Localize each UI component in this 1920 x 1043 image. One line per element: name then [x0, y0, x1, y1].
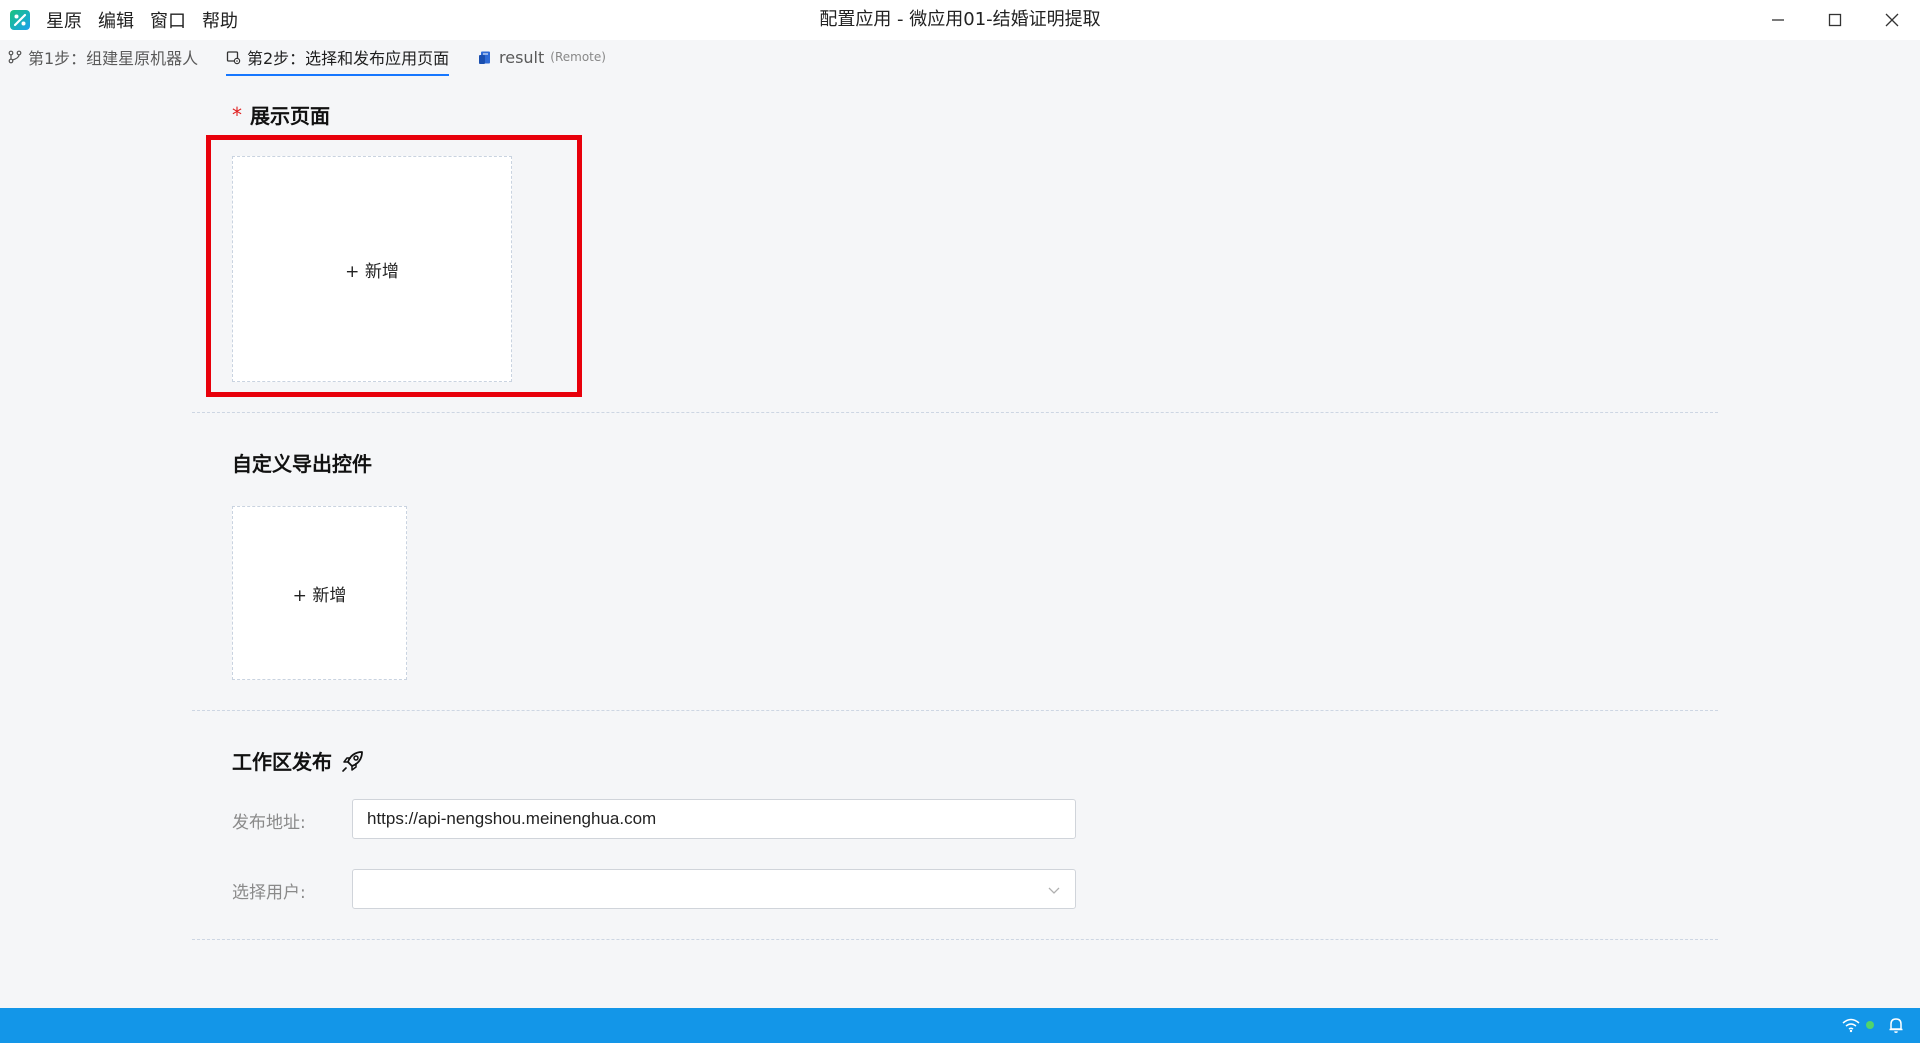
workspace-publish-title: 工作区发布: [232, 746, 366, 775]
add-custom-export-label: + 新增: [292, 585, 347, 606]
display-page-title: * 展示页面: [232, 100, 330, 129]
workspace-publish-title-text: 工作区发布: [232, 750, 332, 774]
add-display-page-label: + 新增: [345, 261, 399, 282]
tab-step2-label: 第2步：选择和发布应用页面: [247, 49, 450, 68]
tab-step1[interactable]: 第1步：组建星原机器人: [8, 40, 198, 74]
section-divider: [192, 412, 1718, 413]
window-title: 配置应用 - 微应用01-结婚证明提取: [819, 9, 1101, 30]
publish-address-label: 发布地址:: [232, 813, 306, 833]
select-user-dropdown[interactable]: [352, 869, 1076, 909]
minimize-button[interactable]: [1749, 0, 1806, 40]
maximize-icon: [1828, 13, 1841, 27]
tab-result-remote[interactable]: result (Remote): [478, 40, 606, 74]
required-mark: *: [232, 102, 242, 127]
publish-address-input[interactable]: https://api-nengshou.meinenghua.com: [352, 799, 1076, 839]
add-custom-export-button[interactable]: + 新增: [232, 506, 407, 680]
online-dot-icon: [1866, 1021, 1874, 1029]
wifi-icon[interactable]: [1842, 1017, 1860, 1033]
menu-item-window[interactable]: 窗口: [150, 7, 186, 33]
select-user-label: 选择用户:: [232, 883, 306, 903]
branch-icon: [8, 50, 22, 64]
app-logo-icon: [10, 10, 30, 30]
tab-step1-label: 第1步：组建星原机器人: [28, 49, 199, 68]
close-button[interactable]: [1863, 0, 1920, 40]
section-divider: [192, 710, 1718, 711]
menu-bar: 星原 编辑 窗口 帮助: [46, 0, 254, 40]
tab-step2[interactable]: 第2步：选择和发布应用页面: [226, 40, 450, 76]
tab-bar: 第1步：组建星原机器人 第2步：选择和发布应用页面 result (Remote…: [0, 40, 1920, 76]
menu-item-help[interactable]: 帮助: [202, 7, 238, 33]
rocket-icon: [340, 748, 366, 774]
tab-result-suffix: (Remote): [550, 50, 606, 64]
close-icon: [1885, 13, 1898, 27]
custom-export-title: 自定义导出控件: [232, 452, 372, 476]
minimize-icon: [1771, 19, 1784, 21]
add-display-page-button[interactable]: + 新增: [232, 156, 512, 382]
chevron-down-icon: [1047, 882, 1061, 902]
remote-file-icon: [478, 50, 493, 65]
main-content: * 展示页面 + 新增 自定义导出控件 + 新增 工作区发布 发布地址: htt…: [0, 76, 1920, 1008]
bell-icon[interactable]: [1888, 1016, 1904, 1034]
title-bar: 星原 编辑 窗口 帮助 配置应用 - 微应用01-结婚证明提取: [0, 0, 1920, 40]
menu-item-edit[interactable]: 编辑: [98, 7, 134, 33]
status-bar: [0, 1008, 1920, 1043]
section-divider: [192, 939, 1718, 940]
maximize-button[interactable]: [1806, 0, 1863, 40]
page-settings-icon: [226, 50, 241, 65]
tab-result-label: result: [499, 47, 545, 67]
window-controls: [1749, 0, 1920, 40]
display-page-title-text: 展示页面: [250, 104, 330, 128]
menu-item-xingyuan[interactable]: 星原: [46, 7, 82, 33]
